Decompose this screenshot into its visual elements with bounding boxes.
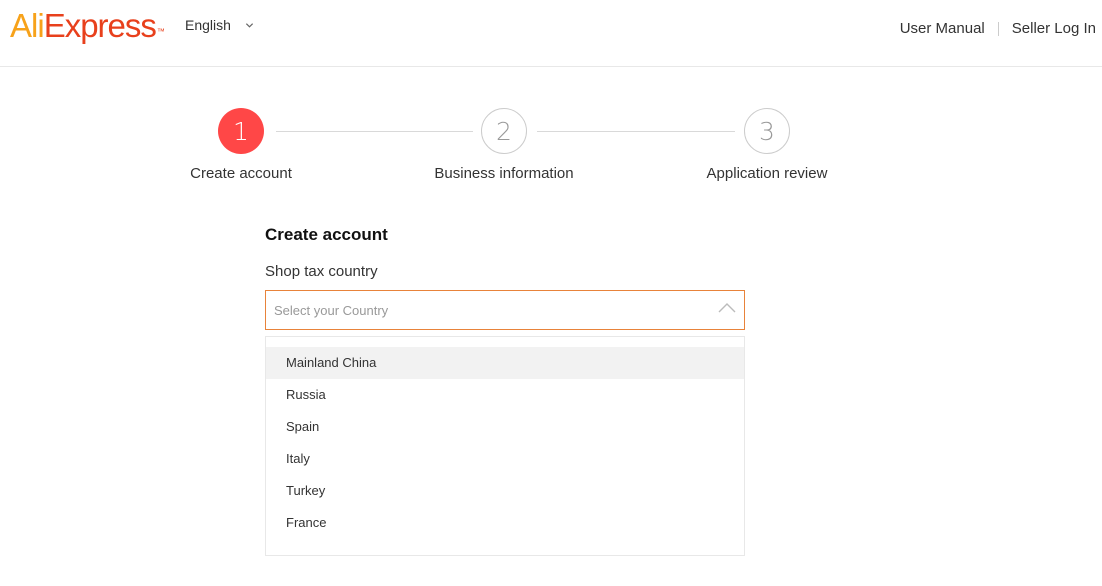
country-dropdown-list: Mainland China Russia Spain Italy Turkey… (265, 336, 745, 556)
step-2-number: 2 (496, 116, 512, 146)
country-option-italy[interactable]: Italy (266, 443, 744, 475)
country-option-france[interactable]: France (266, 507, 744, 539)
progress-steps: 1 2 3 Create account Business informatio… (0, 0, 1102, 200)
country-option-russia[interactable]: Russia (266, 379, 744, 411)
step-2-circle: 2 (481, 108, 527, 154)
step-1-label: Create account (190, 165, 292, 182)
step-3-label: Application review (706, 165, 828, 182)
step-3-number: 3 (759, 116, 775, 146)
step-connector-2 (537, 131, 735, 132)
form-title: Create account (265, 225, 388, 244)
country-select-placeholder: Select your Country (274, 303, 389, 318)
step-1-circle: 1 (218, 108, 264, 154)
country-option-turkey[interactable]: Turkey (266, 475, 744, 507)
step-2-label: Business information (434, 165, 574, 182)
chevron-up-icon (718, 303, 736, 313)
country-select[interactable]: Select your Country (265, 290, 745, 330)
step-1-number: 1 (233, 116, 249, 146)
step-connector-1 (276, 131, 473, 132)
step-3-circle: 3 (744, 108, 790, 154)
country-option-spain[interactable]: Spain (266, 411, 744, 443)
country-option-mainland-china[interactable]: Mainland China (266, 347, 744, 379)
shop-tax-country-label: Shop tax country (265, 263, 378, 280)
